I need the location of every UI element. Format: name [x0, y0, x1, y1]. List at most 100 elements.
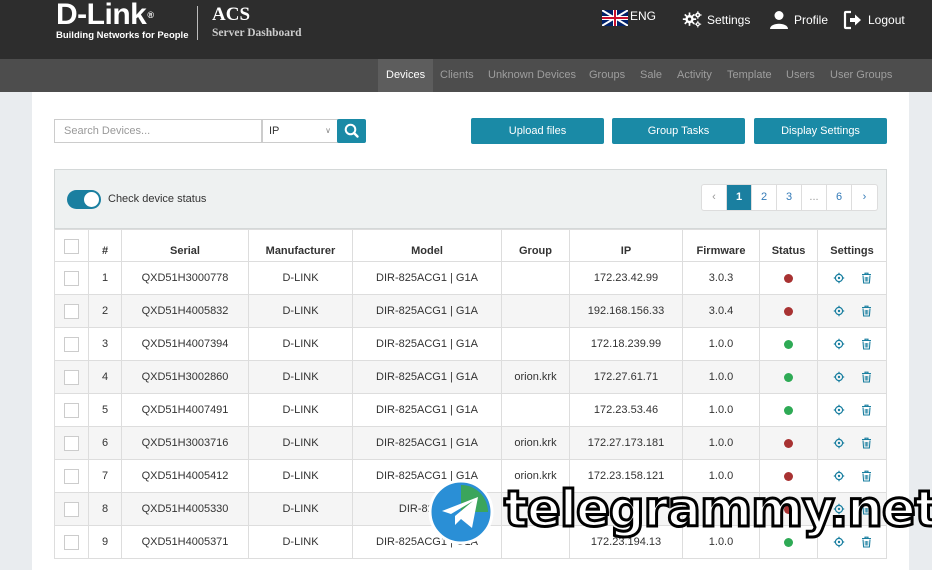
delete-trash-icon[interactable] — [861, 371, 872, 383]
header-status[interactable]: Status — [759, 230, 817, 263]
display-settings-button[interactable]: Display Settings — [754, 118, 887, 144]
device-settings-icon[interactable] — [833, 338, 845, 350]
row-select-cell — [54, 295, 88, 328]
search-button[interactable] — [337, 119, 366, 143]
delete-trash-icon[interactable] — [861, 404, 872, 416]
device-settings-icon[interactable] — [833, 272, 845, 284]
user-icon — [770, 11, 788, 29]
nav-users[interactable]: Users — [786, 59, 815, 92]
search-icon — [344, 123, 359, 138]
row-serial: QXD51H3000778 — [121, 262, 248, 295]
app-subtitle: Server Dashboard — [212, 27, 302, 39]
device-settings-icon[interactable] — [833, 305, 845, 317]
check-status-toggle[interactable] — [67, 190, 101, 209]
header-ip[interactable]: IP — [569, 230, 682, 263]
header-firmware[interactable]: Firmware — [682, 230, 759, 263]
header-serial[interactable]: Serial — [121, 230, 248, 263]
upload-files-button[interactable]: Upload files — [471, 118, 604, 144]
row-group — [501, 328, 569, 361]
status-dot-icon — [784, 438, 793, 448]
row-select-cell — [54, 427, 88, 460]
delete-trash-icon[interactable] — [861, 338, 872, 350]
row-checkbox[interactable] — [64, 271, 79, 286]
header-model[interactable]: Model — [352, 230, 501, 263]
group-tasks-button[interactable]: Group Tasks — [612, 118, 745, 144]
row-group: orion.krk — [501, 427, 569, 460]
nav-groups[interactable]: Groups — [589, 59, 625, 92]
row-model: DIR-825ACG1 | G1A — [352, 427, 501, 460]
status-dot-icon — [784, 405, 793, 415]
row-settings — [817, 295, 887, 328]
row-checkbox[interactable] — [64, 403, 79, 418]
row-manufacturer: D-LINK — [248, 460, 352, 493]
row-settings — [817, 262, 887, 295]
nav-activity[interactable]: Activity — [677, 59, 712, 92]
row-firmware: 3.0.4 — [682, 295, 759, 328]
row-group — [501, 262, 569, 295]
nav-devices[interactable]: Devices — [378, 59, 434, 92]
row-checkbox[interactable] — [64, 535, 79, 550]
nav-user-groups[interactable]: User Groups — [830, 59, 892, 92]
row-checkbox[interactable] — [64, 370, 79, 385]
row-firmware: 1.0.0 — [682, 427, 759, 460]
page-next-button[interactable]: › — [852, 185, 877, 210]
row-checkbox[interactable] — [64, 304, 79, 319]
device-settings-icon[interactable] — [833, 404, 845, 416]
row-serial: QXD51H4005371 — [121, 526, 248, 559]
delete-trash-icon[interactable] — [861, 305, 872, 317]
header-manufacturer[interactable]: Manufacturer — [248, 230, 352, 263]
table-row: 4 QXD51H3002860 D-LINK DIR-825ACG1 | G1A ori… — [54, 361, 887, 394]
row-status — [759, 394, 817, 427]
top-bar: D-Link® Building Networks for People ACS… — [0, 0, 932, 59]
row-manufacturer: D-LINK — [248, 427, 352, 460]
row-firmware: 1.0.0 — [682, 394, 759, 427]
row-checkbox[interactable] — [64, 502, 79, 517]
row-model: DIR-825ACG1 | G1A — [352, 361, 501, 394]
select-all-checkbox[interactable] — [64, 239, 79, 254]
page-prev-button[interactable]: ‹ — [702, 185, 727, 210]
header-group[interactable]: Group — [501, 230, 569, 263]
device-settings-icon[interactable] — [833, 437, 845, 449]
row-select-cell — [54, 262, 88, 295]
nav-sale[interactable]: Sale — [640, 59, 662, 92]
language-selector[interactable]: ENG — [602, 9, 656, 26]
row-checkbox[interactable] — [64, 469, 79, 484]
device-settings-icon[interactable] — [833, 371, 845, 383]
nav-unknown-devices[interactable]: Unknown Devices — [488, 59, 576, 92]
row-select-cell — [54, 394, 88, 427]
row-firmware: 1.0.0 — [682, 328, 759, 361]
watermark-text: telegrammy.net — [503, 479, 932, 540]
nav-template[interactable]: Template — [727, 59, 772, 92]
pagination: ‹ 1 2 3 ... 6 › — [701, 184, 878, 211]
row-number: 8 — [88, 493, 121, 526]
row-status — [759, 361, 817, 394]
page-1-button[interactable]: 1 — [727, 185, 752, 210]
row-select-cell — [54, 460, 88, 493]
delete-trash-icon[interactable] — [861, 437, 872, 449]
check-status-label: Check device status — [108, 193, 207, 205]
row-settings — [817, 427, 887, 460]
page-6-button[interactable]: 6 — [827, 185, 852, 210]
row-checkbox[interactable] — [64, 337, 79, 352]
delete-trash-icon[interactable] — [861, 272, 872, 284]
logout-link[interactable]: Logout — [843, 10, 905, 30]
profile-link[interactable]: Profile — [769, 10, 828, 30]
row-model: DIR-825ACG1 | G1A — [352, 394, 501, 427]
row-ip: 172.27.173.181 — [569, 427, 682, 460]
table-row: 5 QXD51H4007491 D-LINK DIR-825ACG1 | G1A 172… — [54, 394, 887, 427]
settings-link[interactable]: Settings — [682, 10, 750, 30]
page-2-button[interactable]: 2 — [752, 185, 777, 210]
search-input[interactable]: Search Devices... — [54, 119, 262, 143]
status-dot-icon — [784, 273, 793, 283]
row-ip: 172.23.53.46 — [569, 394, 682, 427]
row-serial: QXD51H4007394 — [121, 328, 248, 361]
profile-label: Profile — [794, 13, 829, 27]
nav-clients[interactable]: Clients — [440, 59, 474, 92]
search-field-select[interactable]: IP ∨ — [262, 119, 338, 143]
status-dot-icon — [784, 306, 793, 316]
row-manufacturer: D-LINK — [248, 394, 352, 427]
row-group — [501, 394, 569, 427]
row-checkbox[interactable] — [64, 436, 79, 451]
page-3-button[interactable]: 3 — [777, 185, 802, 210]
dlink-logo[interactable]: D-Link® Building Networks for People — [56, 0, 189, 41]
